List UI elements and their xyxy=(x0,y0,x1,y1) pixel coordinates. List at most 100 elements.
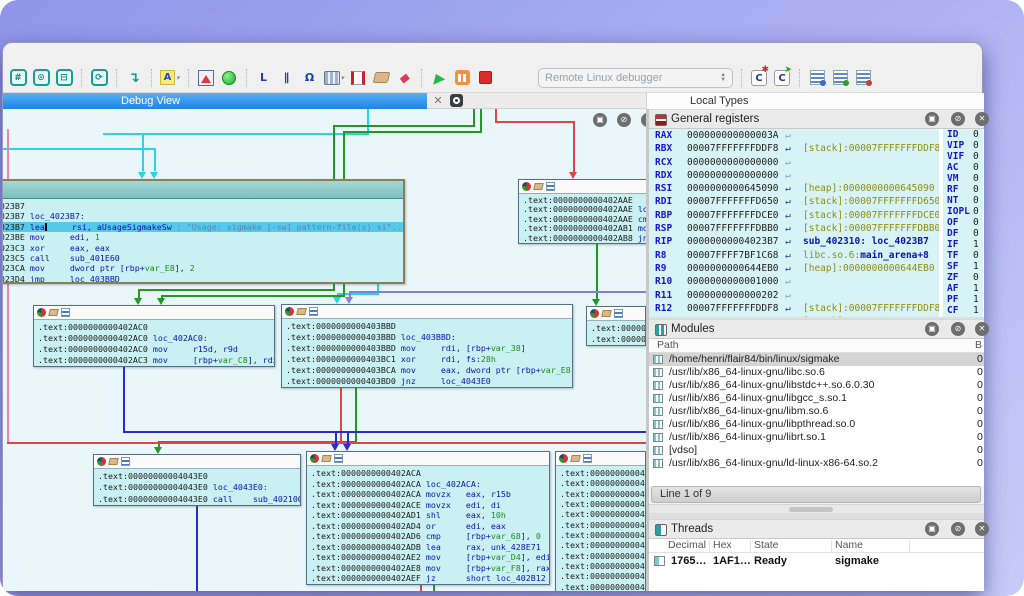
asm-line[interactable]: .text:0000000000402AD4 or edi, eax xyxy=(311,521,549,532)
breakpoint-icon[interactable]: ◆ xyxy=(395,67,413,89)
asm-line[interactable]: .text:00000000004043E0 loc_4043E0: xyxy=(98,482,300,493)
flag-row[interactable]: RF0 xyxy=(943,184,983,195)
jump-icon[interactable]: ↵ xyxy=(785,262,791,275)
open-file-icon[interactable]: L xyxy=(255,67,273,89)
snapshot-icon[interactable]: ▾ xyxy=(324,67,345,89)
asm-line[interactable]: .text:000000000040 xyxy=(560,520,645,530)
asm-line[interactable]: .text:0000000000402AEF jz short loc_402B… xyxy=(311,573,549,584)
node-header[interactable] xyxy=(587,307,645,321)
hand-icon[interactable] xyxy=(570,455,580,462)
run-to-icon[interactable] xyxy=(37,308,46,317)
flag-row[interactable]: CF1 xyxy=(943,305,983,316)
asm-line[interactable]: .text:000000000040 xyxy=(560,468,645,478)
jump-icon[interactable]: ↵ xyxy=(785,129,791,142)
asm-line[interactable]: .text:00000000004023C3 xor eax, eax xyxy=(3,243,403,253)
hand-icon[interactable] xyxy=(48,309,58,316)
asm-line[interactable]: .text:0000000000402AB8 jnz xyxy=(523,234,646,243)
flag-row[interactable]: PF1 xyxy=(943,294,983,305)
graph-float-button[interactable]: ⊘ xyxy=(617,113,631,127)
jump-icon[interactable]: ↵ xyxy=(785,222,791,235)
remove-watch-icon[interactable] xyxy=(854,67,872,89)
window-titlebar[interactable] xyxy=(3,43,982,63)
asm-line[interactable]: .text:000000000040 xyxy=(560,582,645,591)
stop-process-button[interactable] xyxy=(476,67,494,89)
compile-c-icon[interactable]: C✱ xyxy=(750,67,768,89)
module-row[interactable]: /usr/lib/x86_64-linux-gnu/libgcc_s.so.10 xyxy=(649,392,984,405)
tab-close-icon[interactable]: ✕ xyxy=(431,94,445,108)
register-row[interactable]: R110000000000000202↵ xyxy=(649,289,939,302)
register-row[interactable]: RSP00007FFFFFFFDBB0↵[stack]:00007FFFFFFF… xyxy=(649,222,939,235)
register-row[interactable]: RIP00000000004023B7↵sub_402310: loc_4023… xyxy=(649,235,939,248)
flag-row[interactable]: ZF0 xyxy=(943,272,983,283)
segments-icon[interactable]: ∥ xyxy=(278,67,296,89)
run-to-icon[interactable] xyxy=(97,457,106,466)
modules-close-button[interactable]: ✕ xyxy=(975,322,989,336)
asm-line[interactable]: .text:0000000000402AE2 mov [rbp+var_D4],… xyxy=(311,552,549,563)
run-to-icon[interactable] xyxy=(559,454,568,463)
jump-icon[interactable]: ↵ xyxy=(785,209,791,222)
register-row[interactable]: R90000000000644EB0↵[heap]:0000000000644E… xyxy=(649,262,939,275)
node-header[interactable] xyxy=(519,180,646,194)
registers-list[interactable]: RAX000000000000003A↵RBX00007FFFFFFFDDF8↵… xyxy=(649,129,939,317)
watch-list-icon[interactable]: ⊙ xyxy=(32,67,50,89)
asm-line[interactable]: .text:0000000000403BBD xyxy=(286,321,572,332)
step-over-icon[interactable]: ↴ xyxy=(125,67,143,89)
threads-restore-button[interactable]: ▣ xyxy=(925,522,939,536)
chart-icon[interactable] xyxy=(309,307,318,316)
register-row[interactable]: RDI00007FFFFFFFD650↵[stack]:00007FFFFFFF… xyxy=(649,195,939,208)
module-row[interactable]: /usr/lib/x86_64-linux-gnu/libc.so.60 xyxy=(649,366,984,379)
quick-compile-icon[interactable]: C➤ xyxy=(773,67,791,89)
asm-line[interactable]: .text:0000000000402ACA xyxy=(311,468,549,479)
register-row[interactable]: RBX00007FFFFFFFDDF8↵[stack]:00007FFFFFFF… xyxy=(649,142,939,155)
asm-line[interactable]: .text:0000000000 xyxy=(591,323,645,334)
asm-line[interactable]: .text:000000000040 xyxy=(560,509,645,519)
tab-local-types[interactable]: Local Types xyxy=(646,93,984,109)
threads-close-button[interactable]: ✕ xyxy=(975,522,989,536)
node-header[interactable] xyxy=(3,181,403,199)
pause-process-button[interactable] xyxy=(453,67,471,89)
node-header[interactable] xyxy=(34,306,274,320)
jump-icon[interactable]: ↵ xyxy=(785,156,791,169)
flag-row[interactable]: ID0 xyxy=(943,129,983,140)
node-header[interactable] xyxy=(307,452,549,466)
breakpoint-list-icon[interactable]: # xyxy=(9,67,27,89)
asm-line[interactable]: .text:000000000040 xyxy=(560,489,645,499)
scrollbar-handle[interactable] xyxy=(789,507,833,512)
register-row[interactable]: R800007FFFF7BF1C68↵libc.so.6:main_arena+… xyxy=(649,249,939,262)
modules-restore-button[interactable]: ▣ xyxy=(925,322,939,336)
hand-icon[interactable] xyxy=(296,308,306,315)
flag-row[interactable]: AC0 xyxy=(943,162,983,173)
module-row[interactable]: /usr/lib/x86_64-linux-gnu/librt.so.10 xyxy=(649,431,984,444)
asm-line[interactable]: .text:00000000004043E0 xyxy=(98,471,300,482)
run-to-icon[interactable] xyxy=(590,309,599,318)
jump-icon[interactable]: ↵ xyxy=(785,249,791,262)
asm-line[interactable]: .text:0000000000403BCA mov eax, dword pt… xyxy=(286,365,572,376)
node-bottom-right-clipped[interactable]: .text:000000000040.text:000000000040.tex… xyxy=(555,451,646,591)
node-header[interactable] xyxy=(94,455,300,469)
graph-close-button[interactable]: ✕ xyxy=(641,113,646,127)
add-watch-icon[interactable] xyxy=(831,67,849,89)
imports-icon[interactable]: Ω xyxy=(301,67,319,89)
flag-row[interactable]: OF0 xyxy=(943,217,983,228)
asm-line[interactable]: .text:0000000000403BC1 xor rdi, fs:28h xyxy=(286,354,572,365)
modules-column-header[interactable]: Path B xyxy=(649,339,984,353)
asm-line[interactable]: .text:0000000000402AE8 mov [rbp+var_F8],… xyxy=(311,563,549,574)
hand-icon[interactable] xyxy=(533,183,543,190)
threads-float-button[interactable]: ⊘ xyxy=(951,522,965,536)
hand-icon[interactable] xyxy=(601,310,611,317)
jump-icon[interactable]: ↵ xyxy=(785,289,791,302)
chart-icon[interactable] xyxy=(61,308,70,317)
node-loc_402ACA[interactable]: .text:0000000000402ACA .text:000000000040… xyxy=(306,451,550,585)
node-right-clipped[interactable]: .text:0000000000.text:0000000000 xyxy=(586,306,646,346)
register-row[interactable]: RBP00007FFFFFFFDCE0↵[stack]:00007FFFFFFF… xyxy=(649,209,939,222)
asm-line[interactable]: .text:000000000040 xyxy=(560,540,645,550)
node-loc_4043E0[interactable]: .text:00000000004043E0.text:000000000040… xyxy=(93,454,301,506)
graph-restore-button[interactable]: ▣ xyxy=(593,113,607,127)
flag-row[interactable]: VIF0 xyxy=(943,151,983,162)
flag-row[interactable]: VIP0 xyxy=(943,140,983,151)
register-row[interactable]: R100000000000001000↵ xyxy=(649,275,939,288)
asm-line[interactable]: .text:00000000004023BE mov edi, 1 xyxy=(3,232,403,242)
asm-line[interactable]: .text:000000000040 xyxy=(560,478,645,488)
module-row[interactable]: /usr/lib/x86_64-linux-gnu/libpthread.so.… xyxy=(649,418,984,431)
node-header[interactable] xyxy=(282,305,572,319)
